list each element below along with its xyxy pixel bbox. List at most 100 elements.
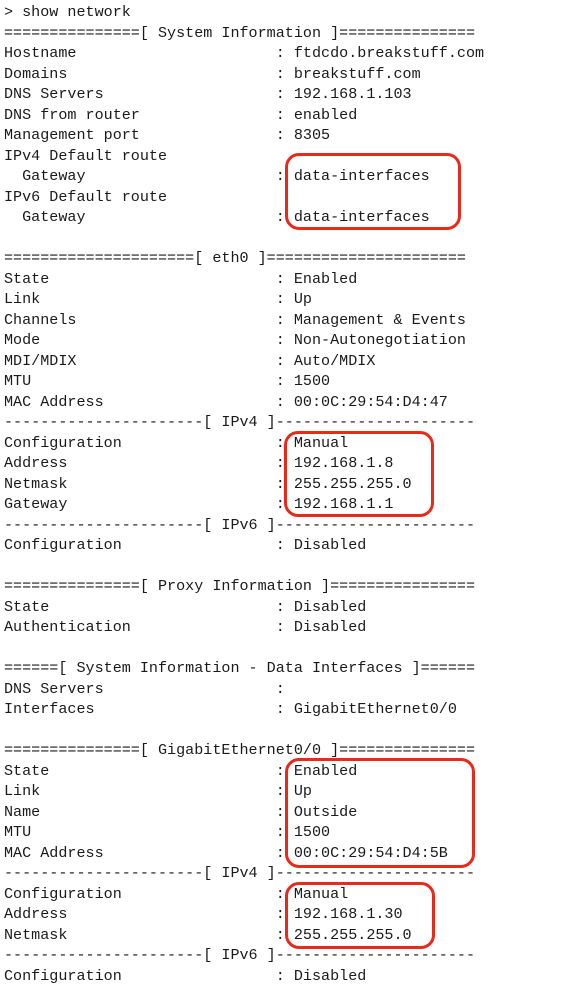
separator: : <box>275 290 294 308</box>
section-header: ----------------------[ IPv6 ]----------… <box>4 515 484 536</box>
line-text: IPv4 Default route <box>4 146 168 165</box>
kv-line: DNS Servers : <box>4 679 484 700</box>
kv-line: Gateway : data-interfaces <box>4 166 484 187</box>
command-line: > show network <box>4 2 484 23</box>
field-value: data-interfaces <box>293 167 430 185</box>
field-value: Enabled <box>293 269 358 288</box>
field-value: data-interfaces <box>293 208 430 226</box>
kv-line: State : Enabled <box>4 269 484 290</box>
kv-line: Gateway : 192.168.1.1 <box>4 494 484 515</box>
field-value: Disabled <box>293 597 367 616</box>
kv-line: Mode : Non-Autonegotiation <box>4 330 484 351</box>
field-value: Manual <box>293 884 349 903</box>
section-title: =====================[ eth0 ]===========… <box>4 249 466 267</box>
field-label: MDI/MDIX <box>4 351 276 370</box>
field-value: GigabitEthernet0/0 <box>293 700 457 718</box>
field-label: Configuration <box>4 884 276 903</box>
field-value: Up <box>293 782 312 800</box>
field-label: State <box>4 269 276 288</box>
separator: : <box>275 802 294 821</box>
kv-line: Authentication : Disabled <box>4 617 484 638</box>
field-value: 00:0C:29:54:D4:47 <box>293 392 448 411</box>
field-label: Management port <box>4 126 276 144</box>
field-value: 192.168.1.1 <box>293 495 394 513</box>
section-title: ----------------------[ IPv6 ]----------… <box>4 515 476 534</box>
section-title: ===============[ System Information ]===… <box>4 23 476 42</box>
section-title: ----------------------[ IPv4 ]----------… <box>4 864 476 882</box>
separator: : <box>275 782 294 800</box>
field-value: Disabled <box>293 966 367 985</box>
field-label: Address <box>4 905 276 923</box>
field-label: DNS Servers <box>4 679 276 698</box>
field-value: Disabled <box>293 536 367 554</box>
kv-line: DNS from router : enabled <box>4 105 484 126</box>
field-value: Disabled <box>293 618 367 636</box>
separator: : <box>275 372 294 390</box>
separator: : <box>275 823 294 841</box>
line-text: IPv6 Default route <box>4 187 168 206</box>
section-header: ----------------------[ IPv6 ]----------… <box>4 945 484 966</box>
field-label: MTU <box>4 823 276 841</box>
kv-line: Name : Outside <box>4 802 484 823</box>
kv-line: Link : Up <box>4 289 484 310</box>
section-title: ----------------------[ IPv4 ]----------… <box>4 413 476 431</box>
field-label: Name <box>4 802 276 821</box>
separator: : <box>275 126 294 144</box>
separator: : <box>275 433 294 452</box>
field-value: 00:0C:29:54:D4:5B <box>293 843 448 862</box>
kv-line: State : Disabled <box>4 597 484 618</box>
field-value: Outside <box>293 802 358 821</box>
field-value: Non-Autonegotiation <box>293 331 466 349</box>
kv-line: Configuration : Manual <box>4 884 484 905</box>
kv-line: Configuration : Manual <box>4 433 484 454</box>
section-header: ======[ System Information - Data Interf… <box>4 658 484 679</box>
separator: : <box>275 269 294 288</box>
terminal-output: > show network ===============[ System In… <box>4 2 484 986</box>
separator: : <box>275 597 294 616</box>
field-label: MAC Address <box>4 843 276 862</box>
field-label: Netmask <box>4 925 276 944</box>
section-header: ===============[ Proxy Information ]====… <box>4 576 484 597</box>
separator: : <box>275 474 294 493</box>
group-label: IPv6 Default route <box>4 187 484 208</box>
separator: : <box>275 843 294 862</box>
section-title: ===============[ Proxy Information ]====… <box>4 577 476 595</box>
kv-line: MDI/MDIX : Auto/MDIX <box>4 351 484 372</box>
kv-line: Address : 192.168.1.30 <box>4 904 484 925</box>
field-label: MAC Address <box>4 392 276 411</box>
section-title: ----------------------[ IPv6 ]----------… <box>4 946 476 964</box>
kv-line: MTU : 1500 <box>4 371 484 392</box>
section-header: ===============[ System Information ]===… <box>4 23 484 44</box>
kv-line: State : Enabled <box>4 761 484 782</box>
field-label: Hostname <box>4 44 276 62</box>
separator: : <box>275 679 285 698</box>
field-value: 255.255.255.0 <box>293 474 412 493</box>
field-label: Gateway <box>4 208 276 226</box>
section-header: ===============[ GigabitEthernet0/0 ]===… <box>4 740 484 761</box>
field-value: 192.168.1.30 <box>293 905 403 923</box>
field-label: Link <box>4 782 276 800</box>
field-label: Authentication <box>4 618 276 636</box>
field-label: State <box>4 761 276 780</box>
kv-line: MTU : 1500 <box>4 822 484 843</box>
separator: : <box>275 536 294 554</box>
separator: : <box>275 761 294 780</box>
section-title: ======[ System Information - Data Interf… <box>4 659 476 677</box>
section-header: ----------------------[ IPv4 ]----------… <box>4 863 484 884</box>
separator: : <box>275 331 294 349</box>
kv-line: Configuration : Disabled <box>4 535 484 556</box>
kv-line: Gateway : data-interfaces <box>4 207 484 228</box>
field-value: Manual <box>293 433 349 452</box>
field-label: Gateway <box>4 495 276 513</box>
field-value: Up <box>293 290 312 308</box>
field-value: 8305 <box>293 126 331 144</box>
kv-line: Management port : 8305 <box>4 125 484 146</box>
field-label: Domains <box>4 64 276 83</box>
field-label: Mode <box>4 331 276 349</box>
separator: : <box>275 85 294 103</box>
group-label: IPv4 Default route <box>4 146 484 167</box>
field-label: Gateway <box>4 167 276 185</box>
field-value: breakstuff.com <box>293 64 421 83</box>
field-value: 1500 <box>293 372 331 390</box>
field-label: Configuration <box>4 536 276 554</box>
